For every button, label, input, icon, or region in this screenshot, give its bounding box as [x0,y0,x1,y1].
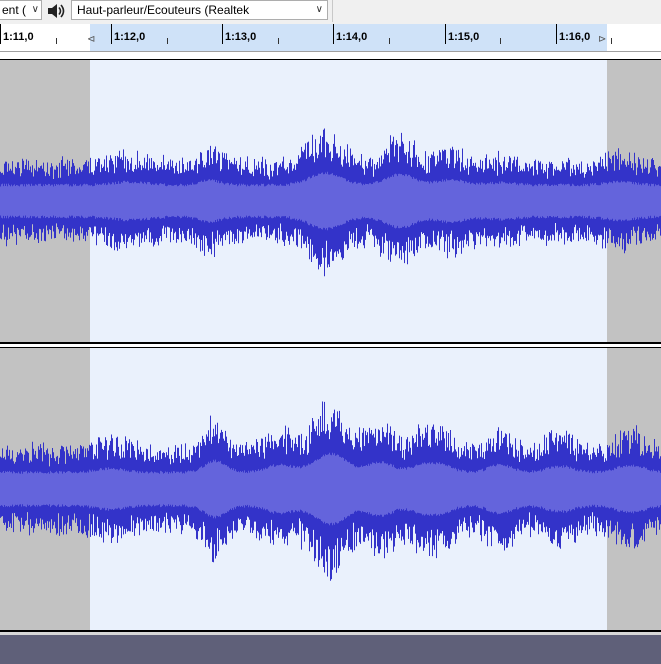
ruler-label: 1:15,0 [448,31,480,43]
ruler-label: 1:11,0 [3,31,34,43]
chevron-down-icon: ∨ [315,4,323,15]
waveform-left[interactable] [0,60,661,342]
ruler-label: 1:12,0 [114,31,146,43]
audio-track-left-channel[interactable] [0,60,661,344]
audio-track-right-channel[interactable] [0,348,661,632]
recording-device-label: ent ( [2,3,27,17]
timeline-ruler[interactable]: ⊲ ⊳ 1:11,0 1:12,0 1:13,0 1:14,0 1:15,0 1… [0,24,661,52]
selection-start-handle[interactable]: ⊲ [87,34,95,45]
waveform-right[interactable] [0,348,661,630]
ruler-label: 1:13,0 [225,31,257,43]
track-top-gap [0,52,661,60]
ruler-label: 1:16,0 [559,31,591,43]
empty-track-area[interactable] [0,635,661,664]
ruler-label: 1:14,0 [336,31,368,43]
device-toolbar: ent ( ∨ Haut-parleur/Ecouteurs (Realtek … [0,0,661,25]
speaker-icon [45,1,67,21]
toolbar-separator [332,0,333,22]
selection-end-handle[interactable]: ⊳ [598,34,606,45]
recording-device-select[interactable]: ent ( ∨ [0,0,42,20]
chevron-down-icon: ∨ [31,4,39,15]
playback-device-select[interactable]: Haut-parleur/Ecouteurs (Realtek ∨ [71,0,328,20]
playback-device-label: Haut-parleur/Ecouteurs (Realtek [77,3,250,17]
